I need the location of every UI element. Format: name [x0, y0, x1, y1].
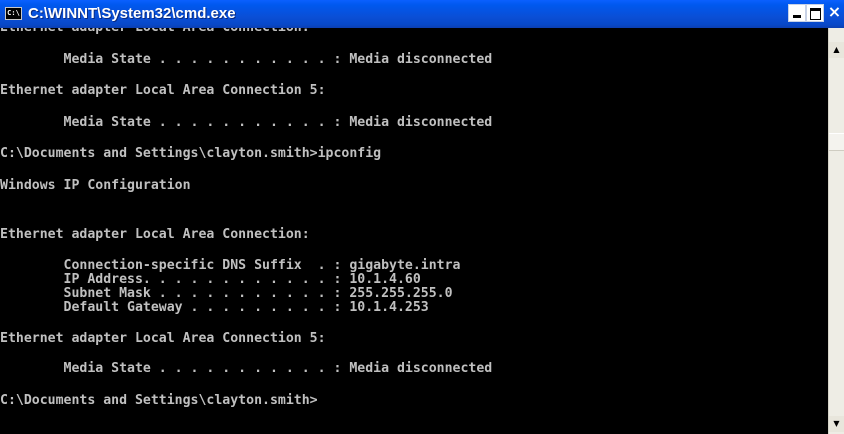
- minimize-button[interactable]: [788, 4, 806, 22]
- console-line: Ethernet adapter Local Area Connection:: [0, 28, 310, 36]
- cmd-window: C:\ C:\WINNT\System32\cmd.exe × Ethernet…: [0, 0, 844, 434]
- console-line: Ethernet adapter Local Area Connection 5…: [0, 331, 326, 346]
- console-line: Media State . . . . . . . . . . . : Medi…: [0, 361, 493, 376]
- close-button[interactable]: ×: [825, 4, 844, 22]
- title-bar[interactable]: C:\ C:\WINNT\System32\cmd.exe ×: [0, 0, 844, 28]
- scroll-up-button[interactable]: ▲: [829, 42, 844, 58]
- maximize-icon: [809, 8, 821, 20]
- console-line: Ethernet adapter Local Area Connection 5…: [0, 83, 326, 98]
- console-output[interactable]: Ethernet adapter Local Area Connection: …: [0, 28, 828, 434]
- scroll-down-arrow-icon: ▼: [833, 419, 840, 428]
- console-line: Media State . . . . . . . . . . . : Medi…: [0, 115, 493, 130]
- console-line: Windows IP Configuration: [0, 178, 191, 193]
- console-app-icon[interactable]: C:\: [5, 7, 22, 20]
- console-line: C:\Documents and Settings\clayton.smith>: [0, 393, 318, 408]
- console-line: Ethernet adapter Local Area Connection:: [0, 227, 310, 242]
- console-line: C:\Documents and Settings\clayton.smith>…: [0, 146, 382, 161]
- console-line: Default Gateway . . . . . . . . . : 10.1…: [0, 300, 429, 315]
- window-title: C:\WINNT\System32\cmd.exe: [28, 5, 236, 22]
- scroll-up-arrow-icon: ▲: [833, 45, 840, 54]
- maximize-button[interactable]: [806, 4, 824, 22]
- console-line: Media State . . . . . . . . . . . : Medi…: [0, 52, 493, 67]
- scroll-down-button[interactable]: ▼: [829, 416, 844, 432]
- scroll-thumb[interactable]: [829, 133, 844, 151]
- vertical-scrollbar[interactable]: ▲ ▼: [828, 28, 844, 434]
- minimize-icon: [793, 15, 801, 18]
